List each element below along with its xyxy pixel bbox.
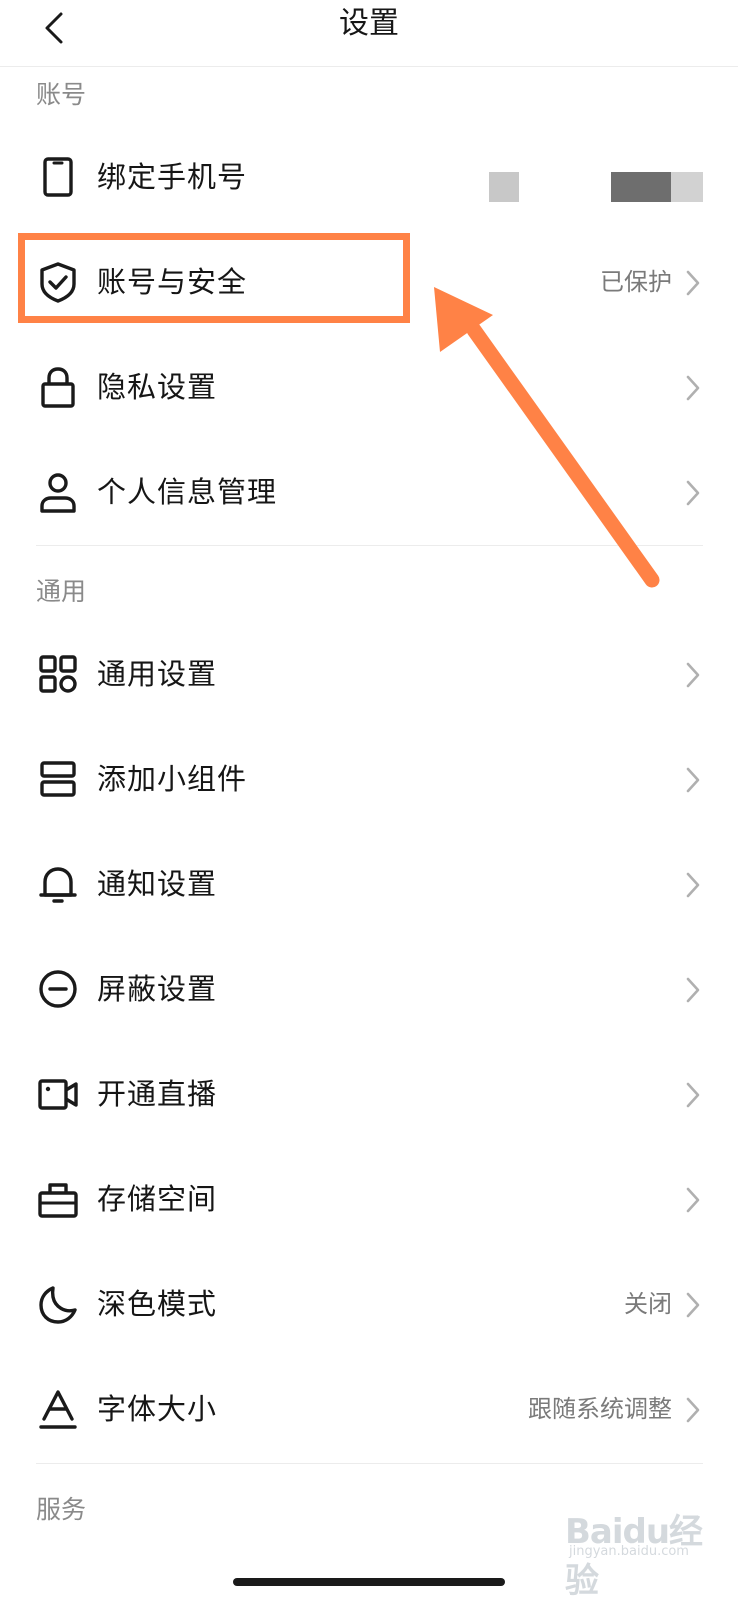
row-account-security[interactable]: 账号与安全 已保护	[0, 230, 738, 335]
row-add-widget[interactable]: 添加小组件	[0, 727, 738, 832]
row-label: 深色模式	[97, 1287, 218, 1321]
row-label: 个人信息管理	[97, 475, 278, 509]
masked-phone-block	[611, 172, 671, 202]
chevron-right-icon	[684, 1081, 702, 1109]
row-label: 通用设置	[97, 657, 218, 691]
chevron-right-icon	[684, 479, 702, 507]
widget-icon	[36, 757, 80, 801]
section-header-service: 服务	[36, 1495, 87, 1524]
row-label: 账号与安全	[97, 265, 248, 299]
font-size-icon	[36, 1387, 80, 1431]
row-value: 已保护	[600, 268, 672, 296]
block-icon	[36, 967, 80, 1011]
masked-phone-block	[671, 172, 703, 202]
storage-box-icon	[36, 1177, 80, 1221]
home-indicator[interactable]	[233, 1578, 505, 1586]
chevron-right-icon	[684, 661, 702, 689]
row-block-settings[interactable]: 屏蔽设置	[0, 937, 738, 1042]
row-label: 开通直播	[97, 1077, 218, 1111]
row-personal-info[interactable]: 个人信息管理	[0, 440, 738, 545]
watermark-url: jingyan.baidu.com	[569, 1544, 689, 1559]
chevron-right-icon	[684, 871, 702, 899]
section-header-account: 账号	[36, 80, 87, 109]
row-label: 添加小组件	[97, 762, 248, 796]
row-general-settings[interactable]: 通用设置	[0, 622, 738, 727]
row-privacy[interactable]: 隐私设置	[0, 335, 738, 440]
baidu-watermark: Baidu经验 jingyan.baidu.com	[565, 1498, 705, 1600]
edge-strip	[738, 0, 753, 1600]
page-title: 设置	[339, 6, 399, 41]
nav-bar: 设置	[0, 0, 738, 67]
chevron-right-icon	[684, 976, 702, 1004]
watermark-logo: Baidu经验	[565, 1512, 703, 1600]
row-bind-phone[interactable]: 绑定手机号	[0, 125, 738, 230]
masked-phone-block	[489, 172, 519, 202]
chevron-right-icon	[684, 1291, 702, 1319]
section-header-general: 通用	[36, 577, 87, 606]
row-label: 通知设置	[97, 867, 218, 901]
section-divider	[36, 1463, 703, 1464]
section-divider	[36, 545, 703, 546]
grid-icon	[36, 652, 80, 696]
settings-screen: 设置 账号 绑定手机号 账号与安全 已保护 隐私设置 个人信息管理 通用 通用设…	[0, 0, 738, 1600]
row-value: 关闭	[624, 1290, 672, 1318]
row-label: 隐私设置	[97, 370, 218, 404]
chevron-right-icon	[684, 766, 702, 794]
moon-icon	[36, 1282, 80, 1326]
row-notification-settings[interactable]: 通知设置	[0, 832, 738, 937]
row-storage[interactable]: 存储空间	[0, 1147, 738, 1252]
row-value: 跟随系统调整	[528, 1395, 672, 1423]
row-font-size[interactable]: 字体大小 跟随系统调整	[0, 1357, 738, 1462]
row-open-live[interactable]: 开通直播	[0, 1042, 738, 1147]
shield-check-icon	[36, 260, 80, 304]
chevron-right-icon	[684, 1396, 702, 1424]
row-label: 存储空间	[97, 1182, 218, 1216]
bell-icon	[36, 862, 80, 906]
chevron-right-icon	[684, 374, 702, 402]
chevron-right-icon	[684, 1186, 702, 1214]
lock-icon	[36, 365, 80, 409]
row-label: 屏蔽设置	[97, 972, 218, 1006]
row-label: 绑定手机号	[97, 160, 248, 194]
row-dark-mode[interactable]: 深色模式 关闭	[0, 1252, 738, 1357]
chevron-right-icon	[684, 269, 702, 297]
phone-icon	[36, 155, 80, 199]
user-icon	[36, 470, 80, 514]
row-label: 字体大小	[97, 1392, 218, 1426]
video-camera-icon	[36, 1072, 80, 1116]
